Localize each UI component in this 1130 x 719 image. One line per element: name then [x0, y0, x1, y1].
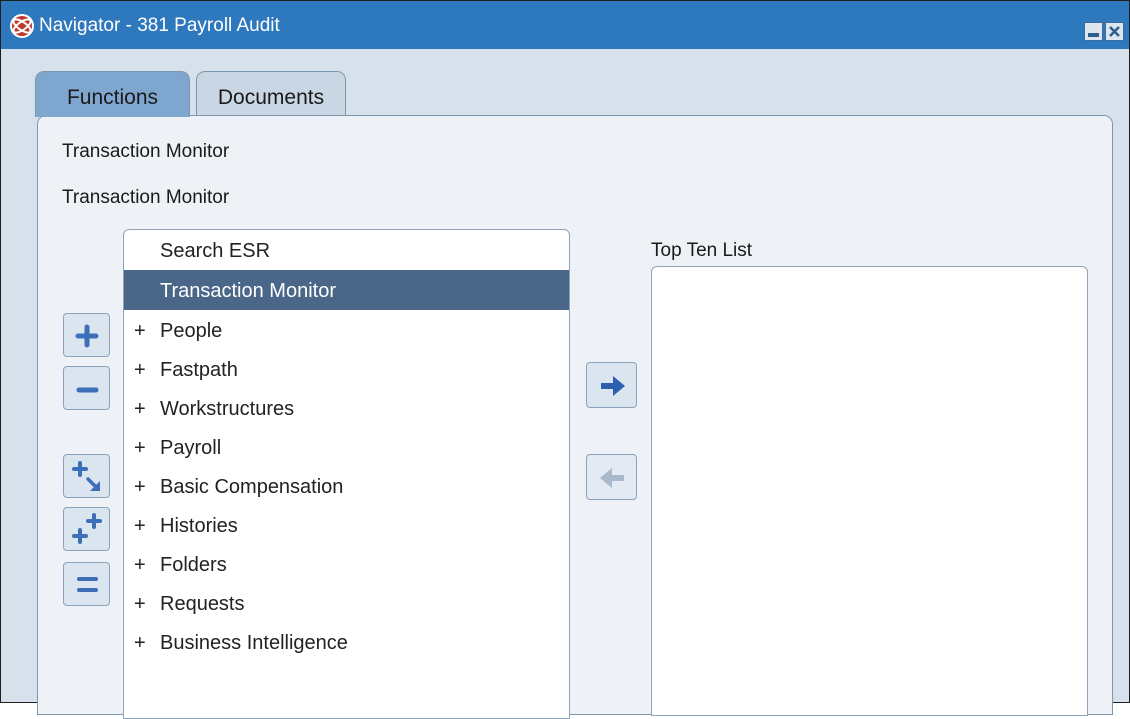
function-tree[interactable]: Search ESR Transaction Monitor + People … — [123, 229, 570, 719]
current-function-label: Transaction Monitor — [62, 141, 230, 162]
tree-item-payroll[interactable]: + Payroll — [124, 427, 569, 467]
tree-item-requests[interactable]: + Requests — [124, 583, 569, 623]
arrow-left-icon — [600, 468, 624, 488]
tab-label: Functions — [66, 86, 159, 109]
expand-branch-button[interactable] — [63, 454, 110, 498]
tab-documents[interactable]: Documents — [196, 71, 346, 117]
collapse-icon — [76, 387, 99, 393]
title-bar[interactable]: Navigator - 381 Payroll Audit — [1, 1, 1129, 49]
top-ten-list-label: Top Ten List — [651, 240, 753, 261]
tree-item-label: Transaction Monitor — [160, 280, 336, 302]
collapse-all-button[interactable] — [63, 562, 110, 606]
collapse-button[interactable] — [63, 366, 110, 410]
tree-item-search-esr[interactable]: Search ESR — [124, 230, 569, 270]
tab-label: Documents — [217, 86, 325, 109]
tree-item-label: People — [160, 320, 223, 342]
expand-all-icon — [72, 513, 102, 544]
tree-item-fastpath[interactable]: + Fastpath — [124, 349, 569, 389]
tree-item-folders[interactable]: + Folders — [124, 544, 569, 584]
top-ten-list[interactable] — [651, 266, 1088, 716]
tree-item-workstructures[interactable]: + Workstructures — [124, 388, 569, 428]
tree-item-basic-compensation[interactable]: + Basic Compensation — [124, 466, 569, 506]
tree-item-label: Folders — [160, 554, 227, 576]
tree-item-label: Histories — [160, 515, 238, 537]
tree-item-prefix: + — [134, 515, 146, 537]
remove-from-top-ten-button[interactable] — [586, 454, 637, 500]
current-function-description: Transaction Monitor — [62, 187, 230, 208]
tree-item-prefix: + — [134, 554, 146, 576]
tree-item-label: Fastpath — [160, 359, 238, 381]
tree-item-prefix: + — [134, 593, 146, 615]
tree-item-prefix: + — [134, 320, 146, 342]
tree-item-label: Payroll — [160, 437, 222, 459]
tree-item-prefix: + — [134, 398, 146, 420]
tree-item-prefix: + — [134, 476, 146, 498]
minimize-icon[interactable] — [1084, 22, 1103, 41]
tree-item-label: Basic Compensation — [160, 476, 344, 498]
expand-branch-icon — [72, 461, 100, 491]
tree-item-label: Business Intelligence — [160, 632, 348, 654]
window-title: Navigator - 381 Payroll Audit — [39, 15, 280, 36]
tree-item-label: Workstructures — [160, 398, 295, 420]
collapse-all-icon — [77, 577, 98, 592]
expand-button[interactable] — [63, 313, 110, 357]
arrow-right-icon — [601, 376, 625, 396]
tree-item-transaction-monitor[interactable]: Transaction Monitor — [124, 270, 569, 310]
tree-item-people[interactable]: + People — [124, 310, 569, 350]
tree-item-label: Search ESR — [160, 240, 271, 262]
tree-item-prefix: + — [134, 632, 146, 654]
add-to-top-ten-button[interactable] — [586, 362, 637, 408]
tree-item-prefix: + — [134, 437, 146, 459]
close-icon[interactable] — [1105, 22, 1124, 41]
tree-item-label: Requests — [160, 593, 245, 615]
tab-functions[interactable]: Functions — [35, 71, 190, 117]
tree-item-histories[interactable]: + Histories — [124, 505, 569, 545]
expand-icon — [75, 324, 99, 348]
tree-item-prefix: + — [134, 359, 146, 381]
tree-item-business-intelligence[interactable]: + Business Intelligence — [124, 622, 569, 662]
oracle-app-icon — [10, 14, 34, 38]
expand-all-button[interactable] — [63, 507, 110, 551]
